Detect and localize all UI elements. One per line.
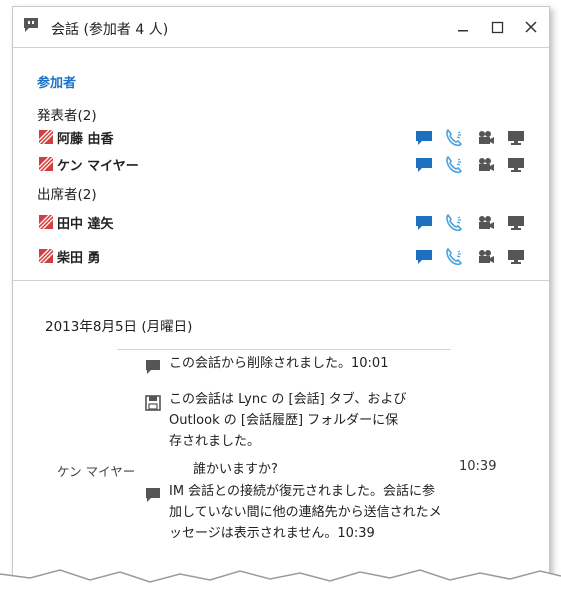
status-busy-icon [39,249,53,263]
window-title: 会話 (参加者 4 人) [51,22,169,38]
participant-row[interactable]: 柴田 勇 [39,246,539,268]
system-message: IM 会話との接続が復元されました。会話に参 加していない間に他の連絡先から送信… [169,484,442,541]
phone-icon[interactable] [445,129,463,147]
maximize-icon[interactable] [485,15,509,39]
video-icon[interactable] [477,214,495,232]
close-icon[interactable] [519,15,543,39]
video-icon[interactable] [477,129,495,147]
participant-name: 田中 達矢 [57,217,114,232]
im-icon[interactable] [415,156,433,174]
im-icon[interactable] [415,248,433,266]
participant-name: 柴田 勇 [57,251,101,266]
desktop-share-icon[interactable] [507,214,525,232]
status-busy-icon [39,130,53,144]
system-message: この会話から削除されました。10:01 [169,356,389,371]
save-icon [145,395,161,411]
status-busy-icon [39,215,53,229]
video-icon[interactable] [477,156,495,174]
title-bar: 会話 (参加者 4 人) [13,7,549,47]
status-busy-icon [39,157,53,171]
chat-message-text: 誰かいますか? [193,462,278,477]
participant-name: 阿藤 由香 [57,132,114,147]
participant-row[interactable]: ケン マイヤー [39,154,539,176]
attendees-label: 出席者(2) [37,187,97,203]
im-icon[interactable] [415,129,433,147]
conversation-history: 2013年8月5日 (月曜日) この会話から削除されました。10:01 この会話… [13,281,549,587]
torn-edge-decoration [0,569,561,608]
participant-row[interactable]: 田中 達矢 [39,212,539,234]
video-icon[interactable] [477,248,495,266]
participants-heading: 参加者 [37,76,77,91]
desktop-share-icon[interactable] [507,156,525,174]
phone-icon[interactable] [445,156,463,174]
desktop-share-icon[interactable] [507,129,525,147]
minimize-icon[interactable] [451,15,475,39]
im-icon[interactable] [415,214,433,232]
presenters-label: 発表者(2) [37,108,97,124]
date-divider [117,349,451,350]
participants-panel: 参加者 発表者(2) 阿藤 由香 ケン マイヤー 出席者(2) 田中 達矢 柴田… [13,47,549,281]
phone-icon[interactable] [445,248,463,266]
system-message: この会話は Lync の [会話] タブ、および Outlook の [会話履歴… [169,392,407,449]
message-time: 10:39 [459,459,497,474]
phone-icon[interactable] [445,214,463,232]
desktop-share-icon[interactable] [507,248,525,266]
conversation-window: 会話 (参加者 4 人) 参加者 発表者(2) 阿藤 由香 ケン マイヤー 出席… [12,6,550,588]
conversation-icon [24,18,38,32]
message-sender: ケン マイヤー [57,464,136,479]
chat-bubble-icon [146,360,160,374]
chat-bubble-icon [146,488,160,502]
participant-name: ケン マイヤー [57,159,139,174]
participant-row[interactable]: 阿藤 由香 [39,127,539,149]
conversation-date: 2013年8月5日 (月曜日) [45,319,193,335]
